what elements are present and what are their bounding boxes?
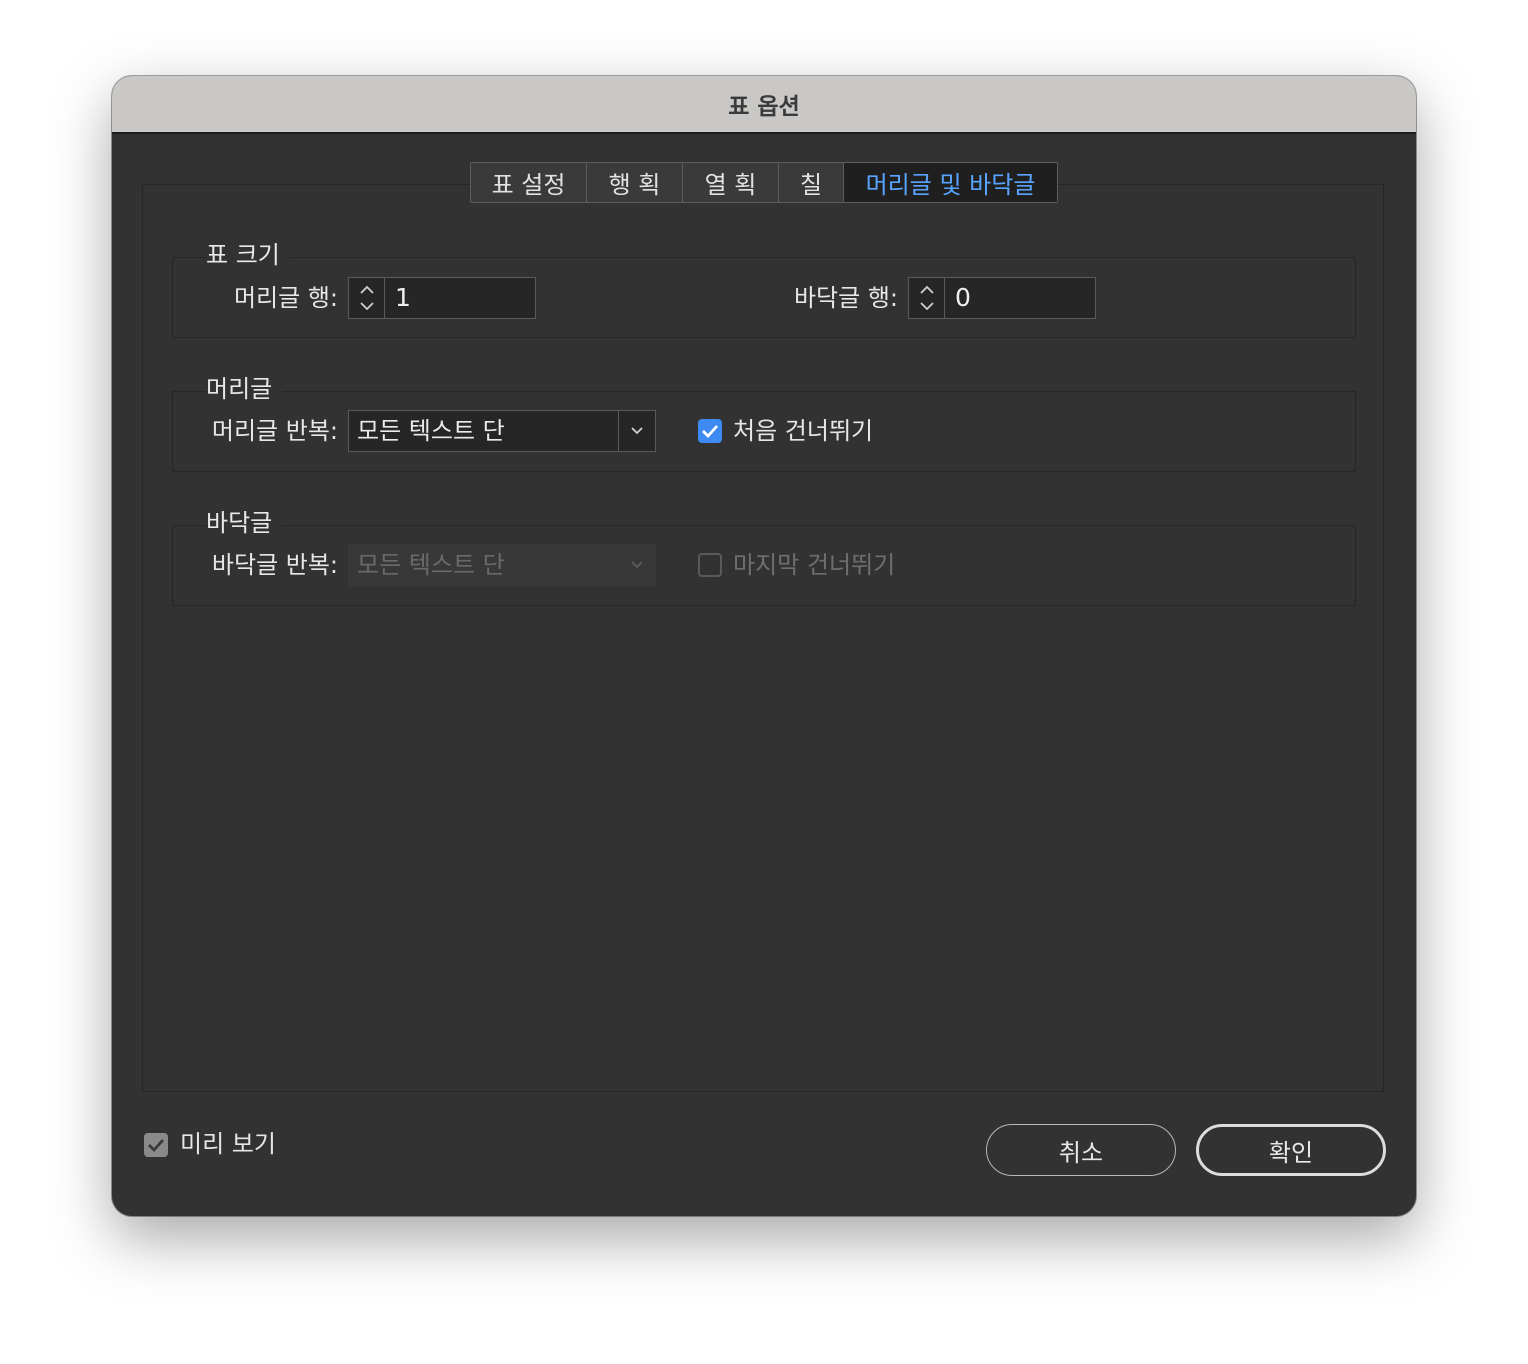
header-legend: 머리글 [206,375,283,403]
footer-repeat-value: 모든 텍스트 단 [357,551,505,579]
preview-checkbox[interactable] [144,1133,168,1157]
header-repeat-dropdown-button[interactable] [618,411,655,451]
footer-rows-spinner[interactable]: 0 [908,277,1096,319]
skip-first-label[interactable]: 처음 건너뛰기 [733,417,873,445]
footer-repeat-dropdown-button [618,545,655,585]
checkmark-icon [148,1139,165,1153]
tab-headers-and-footers[interactable]: 머리글 및 바닥글 [844,163,1057,202]
footer-rows-input[interactable]: 0 [945,278,971,318]
tab-bar: 표 설정 행 획 열 획 칠 머리글 및 바닥글 [470,162,1058,203]
tab-fills[interactable]: 칠 [779,163,844,202]
tab-row-strokes[interactable]: 행 획 [587,163,683,202]
footer-rows-label: 바닥글 행: [793,284,898,312]
header-repeat-label: 머리글 반복: [211,417,338,445]
tab-table-setup[interactable]: 표 설정 [471,163,587,202]
dialog-title: 표 옵션 [728,94,800,120]
skip-first-checkbox[interactable] [698,419,722,443]
header-repeat-value: 모든 텍스트 단 [357,417,505,445]
footer-repeat-label: 바닥글 반복: [211,551,338,579]
up-down-arrows-icon [360,285,374,311]
header-repeat-select[interactable]: 모든 텍스트 단 [348,410,656,452]
ok-button[interactable]: 확인 [1196,1124,1386,1176]
up-down-arrows-icon [920,285,934,311]
preview-label[interactable]: 미리 보기 [180,1130,276,1158]
table-size-legend: 표 크기 [206,241,290,269]
chevron-down-icon [631,427,643,435]
header-rows-stepper[interactable] [349,278,385,318]
footer-legend: 바닥글 [206,509,283,537]
header-rows-spinner[interactable]: 1 [348,277,536,319]
cancel-button[interactable]: 취소 [986,1124,1176,1176]
header-rows-label: 머리글 행: [233,284,338,312]
footer-rows-stepper[interactable] [909,278,945,318]
title-bar[interactable]: 표 옵션 [112,76,1416,134]
header-rows-input[interactable]: 1 [385,278,411,318]
skip-last-checkbox [698,553,722,577]
skip-last-label: 마지막 건너뛰기 [733,551,896,579]
tab-column-strokes[interactable]: 열 획 [683,163,779,202]
checkmark-icon [702,425,719,439]
footer-repeat-select: 모든 텍스트 단 [348,544,656,586]
chevron-down-icon [631,561,643,569]
table-options-dialog: 표 옵션 표 설정 행 획 열 획 칠 머리글 및 바닥글 표 크기 머리글 행… [112,76,1416,1216]
